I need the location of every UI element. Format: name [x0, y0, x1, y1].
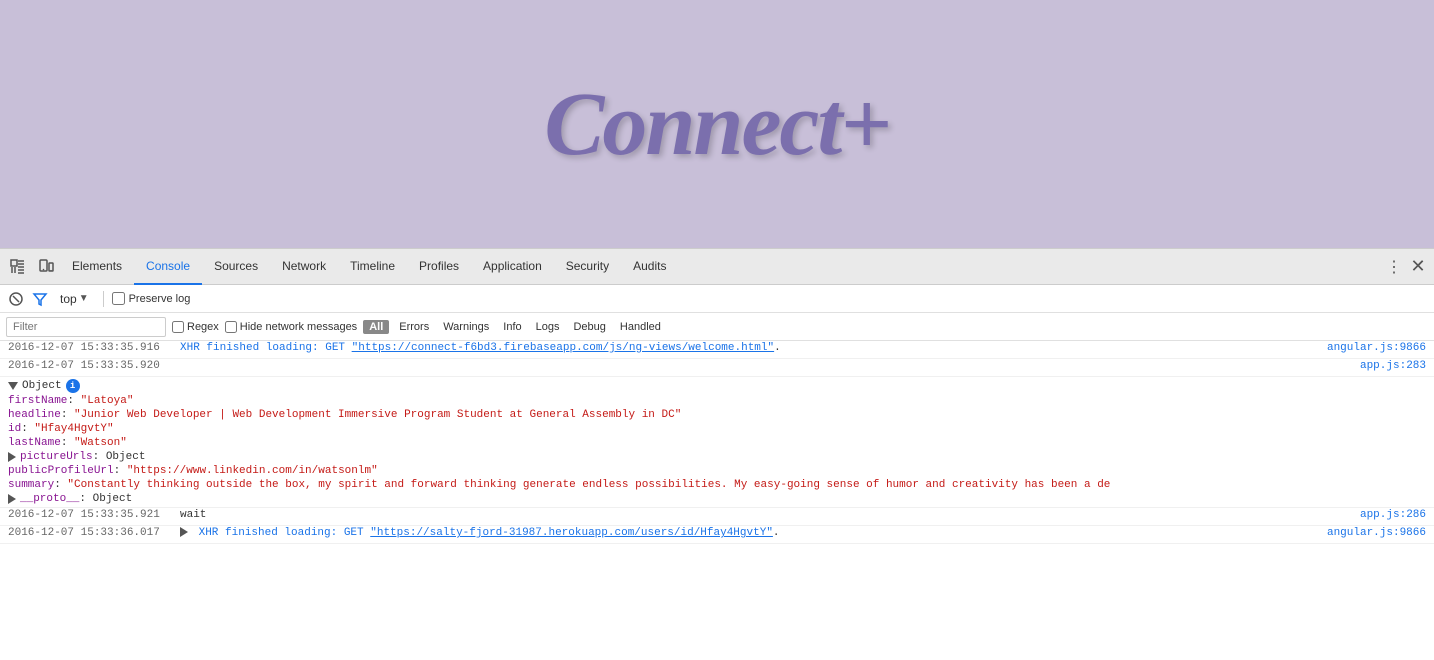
level-debug-btn[interactable]: Debug: [569, 320, 609, 334]
expand-xhr-icon[interactable]: [180, 527, 188, 537]
clear-console-icon[interactable]: [6, 289, 26, 309]
console-output: 2016-12-07 15:33:35.916 XHR finished loa…: [0, 341, 1434, 660]
level-all-badge[interactable]: All: [363, 320, 389, 334]
object-info-icon: i: [66, 379, 80, 393]
tab-sources[interactable]: Sources: [202, 249, 270, 285]
dropdown-arrow-icon: ▼: [79, 293, 89, 304]
log-line: 2016-12-07 15:33:36.017 XHR finished loa…: [0, 527, 1434, 542]
devtools-tabs-bar: Elements Console Sources Network Timelin…: [0, 249, 1434, 285]
log-entry: 2016-12-07 15:33:35.916 XHR finished loa…: [0, 341, 1434, 359]
tab-console[interactable]: Console: [134, 249, 202, 285]
console-toolbar: top ▼ Preserve log: [0, 285, 1434, 313]
tab-audits[interactable]: Audits: [621, 249, 678, 285]
preserve-log-label[interactable]: Preserve log: [112, 292, 191, 305]
regex-checkbox[interactable]: [172, 321, 184, 333]
hide-network-checkbox[interactable]: [225, 321, 237, 333]
object-field: publicProfileUrl: "https://www.linkedin.…: [8, 464, 1434, 478]
expand-icon[interactable]: [8, 494, 16, 504]
level-handled-btn[interactable]: Handled: [616, 320, 665, 334]
object-collapse-icon[interactable]: [8, 382, 18, 390]
devtools-more-icon[interactable]: ⋮: [1382, 255, 1406, 279]
log-entry: 2016-12-07 15:33:35.921 wait app.js:286: [0, 508, 1434, 526]
inspect-element-icon[interactable]: [4, 253, 32, 281]
preserve-log-checkbox[interactable]: [112, 292, 125, 305]
log-timestamp: 2016-12-07 15:33:35.920: [0, 360, 180, 372]
app-header: Connect+: [0, 0, 1434, 248]
tab-timeline[interactable]: Timeline: [338, 249, 407, 285]
context-filter-dropdown[interactable]: top ▼: [54, 290, 95, 308]
log-content: XHR finished loading: GET "https://conne…: [180, 342, 1314, 354]
toolbar-divider: [103, 291, 104, 307]
tab-profiles[interactable]: Profiles: [407, 249, 471, 285]
tab-security[interactable]: Security: [554, 249, 621, 285]
log-content: XHR finished loading: GET "https://salty…: [180, 527, 1314, 539]
level-logs-btn[interactable]: Logs: [532, 320, 564, 334]
log-line: 2016-12-07 15:33:35.920 app.js:283: [0, 360, 1434, 375]
log-timestamp: 2016-12-07 15:33:35.921: [0, 509, 180, 521]
log-timestamp: 2016-12-07 15:33:36.017: [0, 527, 180, 539]
object-field-collapsed[interactable]: pictureUrls: Object: [8, 450, 1434, 464]
level-warnings-btn[interactable]: Warnings: [439, 320, 493, 334]
expand-icon[interactable]: [8, 452, 16, 462]
object-field: lastName: "Watson": [8, 436, 1434, 450]
tab-elements[interactable]: Elements: [60, 249, 134, 285]
object-field-collapsed[interactable]: __proto__: Object: [8, 492, 1434, 506]
level-info-btn[interactable]: Info: [499, 320, 525, 334]
log-content: wait: [180, 509, 1314, 521]
log-source[interactable]: angular.js:9866: [1314, 342, 1434, 354]
regex-option[interactable]: Regex: [172, 321, 219, 333]
tab-application[interactable]: Application: [471, 249, 554, 285]
log-source[interactable]: app.js:283: [1314, 360, 1434, 372]
object-label: Object: [22, 380, 62, 392]
level-errors-btn[interactable]: Errors: [395, 320, 433, 334]
filter-bar: Regex Hide network messages All Errors W…: [0, 313, 1434, 341]
object-field: headline: "Junior Web Developer | Web De…: [8, 408, 1434, 422]
filter-icon[interactable]: [30, 289, 50, 309]
object-field: id: "Hfay4HgvtY": [8, 422, 1434, 436]
devtools-close-icon[interactable]: ✕: [1406, 255, 1430, 279]
log-source[interactable]: app.js:286: [1314, 509, 1434, 521]
object-field: firstName: "Latoya": [8, 394, 1434, 408]
log-source[interactable]: angular.js:9866: [1314, 527, 1434, 539]
filter-input[interactable]: [6, 317, 166, 337]
app-logo: Connect+: [544, 73, 889, 176]
tab-network[interactable]: Network: [270, 249, 338, 285]
devtools-panel: Elements Console Sources Network Timelin…: [0, 248, 1434, 660]
log-entry: 2016-12-07 15:33:35.920 app.js:283: [0, 359, 1434, 377]
log-entry: Object i firstName: "Latoya" headline: "…: [0, 377, 1434, 508]
hide-network-option[interactable]: Hide network messages: [225, 321, 357, 333]
device-toolbar-icon[interactable]: [32, 253, 60, 281]
log-line: 2016-12-07 15:33:35.921 wait app.js:286: [0, 509, 1434, 524]
object-field: summary: "Constantly thinking outside th…: [8, 478, 1358, 492]
log-entry: 2016-12-07 15:33:36.017 XHR finished loa…: [0, 526, 1434, 544]
log-timestamp: 2016-12-07 15:33:35.916: [0, 342, 180, 354]
log-line: 2016-12-07 15:33:35.916 XHR finished loa…: [0, 342, 1434, 357]
